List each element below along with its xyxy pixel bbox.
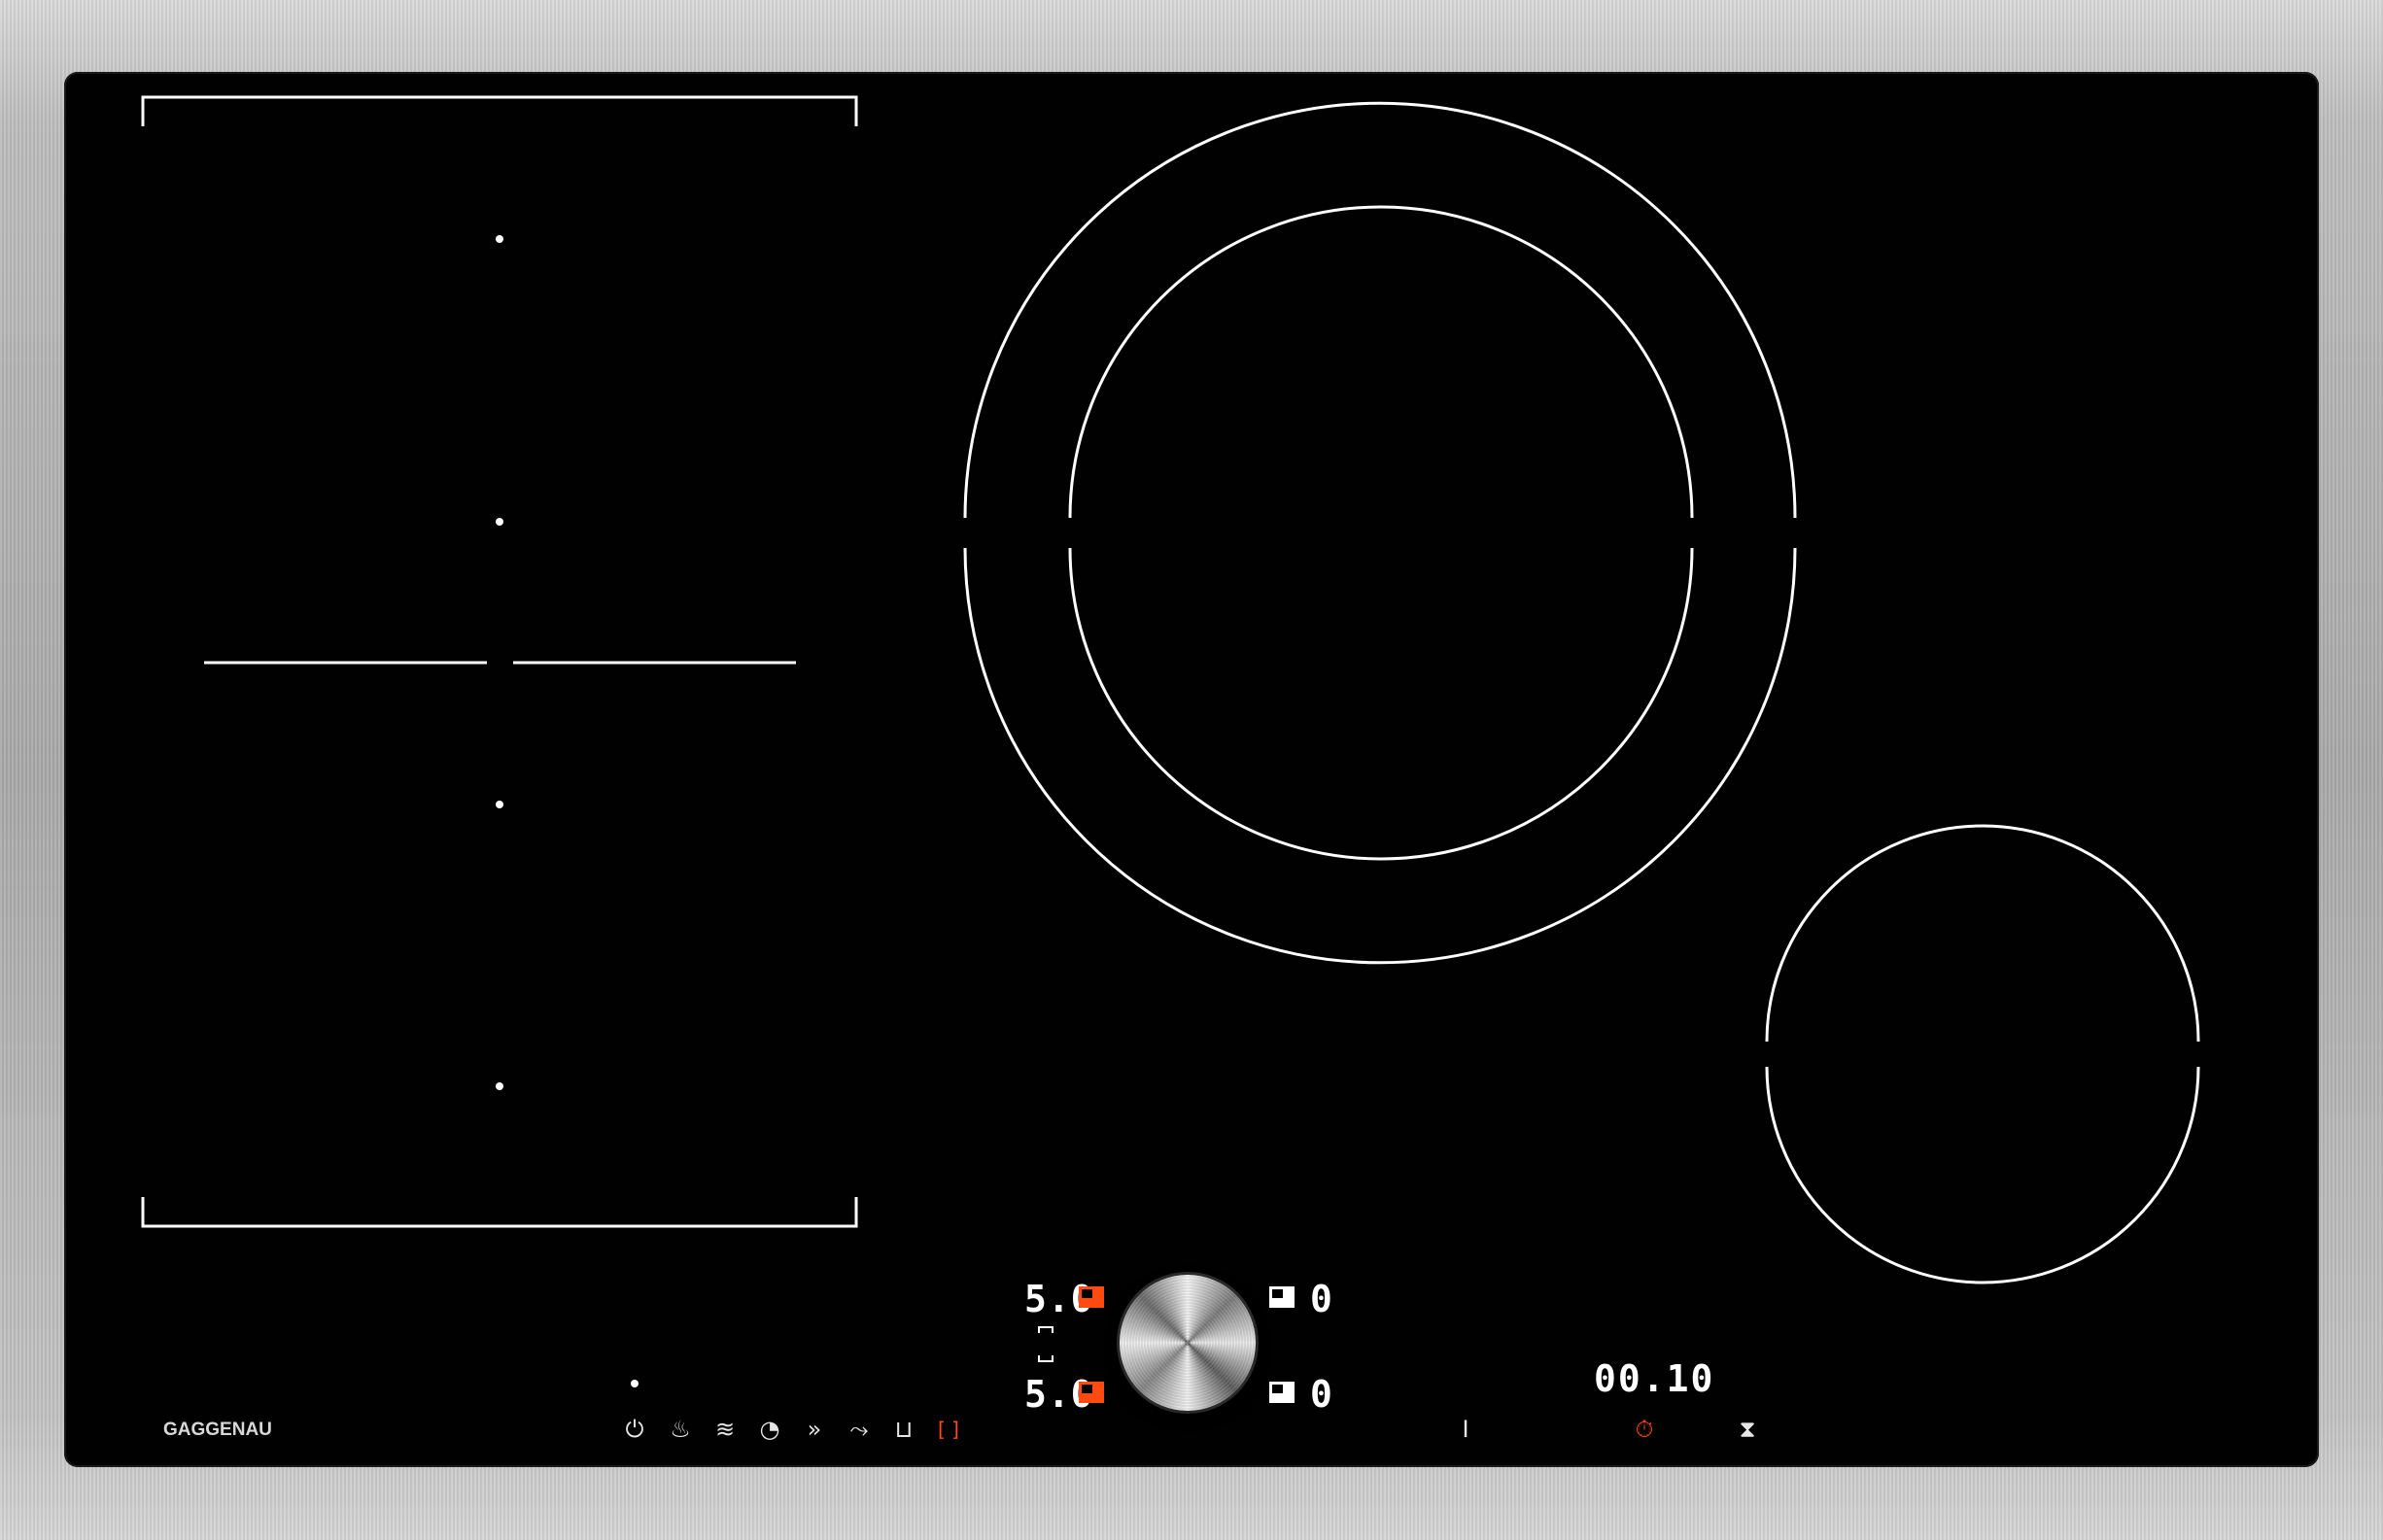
zone-indicator-bottom-left[interactable] bbox=[1079, 1382, 1104, 1403]
boost-icon[interactable]: » bbox=[798, 1413, 831, 1446]
flex-zone-icon[interactable]: [ ] bbox=[932, 1413, 965, 1446]
zone-link-bracket bbox=[1038, 1326, 1053, 1362]
frying-timer-icon[interactable]: ◔ bbox=[753, 1413, 786, 1446]
control-knob[interactable] bbox=[1120, 1275, 1256, 1411]
cooking-zone-markings bbox=[141, 95, 2200, 1387]
stopwatch-icon[interactable]: ⏱ bbox=[1628, 1413, 1661, 1446]
wipe-protect-icon[interactable]: Ι bbox=[1449, 1413, 1482, 1446]
status-dot bbox=[631, 1380, 639, 1387]
value-display-bottom-right: 0 bbox=[1310, 1373, 1333, 1416]
pan-icon[interactable]: ≋ bbox=[708, 1413, 742, 1446]
keep-warm-icon[interactable]: ⤳ bbox=[843, 1413, 876, 1446]
hourglass-icon[interactable]: ⧗ bbox=[1731, 1413, 1764, 1446]
zone-indicator-top-left[interactable] bbox=[1079, 1286, 1104, 1308]
power-icon[interactable]: ⏻ bbox=[618, 1413, 651, 1446]
extractor-icon[interactable]: ⊔ bbox=[887, 1413, 920, 1446]
timer-display: 00.10 bbox=[1594, 1357, 1715, 1400]
flex-zone-left[interactable] bbox=[141, 95, 858, 1228]
value-display-top-right: 0 bbox=[1310, 1278, 1333, 1320]
flex-zone-dots bbox=[496, 235, 503, 1090]
brand-logo: GAGGENAU bbox=[163, 1420, 272, 1440]
pot-icon[interactable]: ♨ bbox=[664, 1413, 697, 1446]
zone-indicator-bottom-right[interactable] bbox=[1269, 1382, 1295, 1403]
small-zone[interactable] bbox=[1765, 824, 2200, 1284]
zone-indicator-top-right[interactable] bbox=[1269, 1286, 1295, 1308]
glass-cooktop: 5.0 5.0 0 0 00.10 GAGGENAU ⏻ ♨ ≋ ◔ » ⤳ ⊔… bbox=[64, 72, 2319, 1467]
large-dual-zone[interactable] bbox=[963, 101, 1797, 965]
